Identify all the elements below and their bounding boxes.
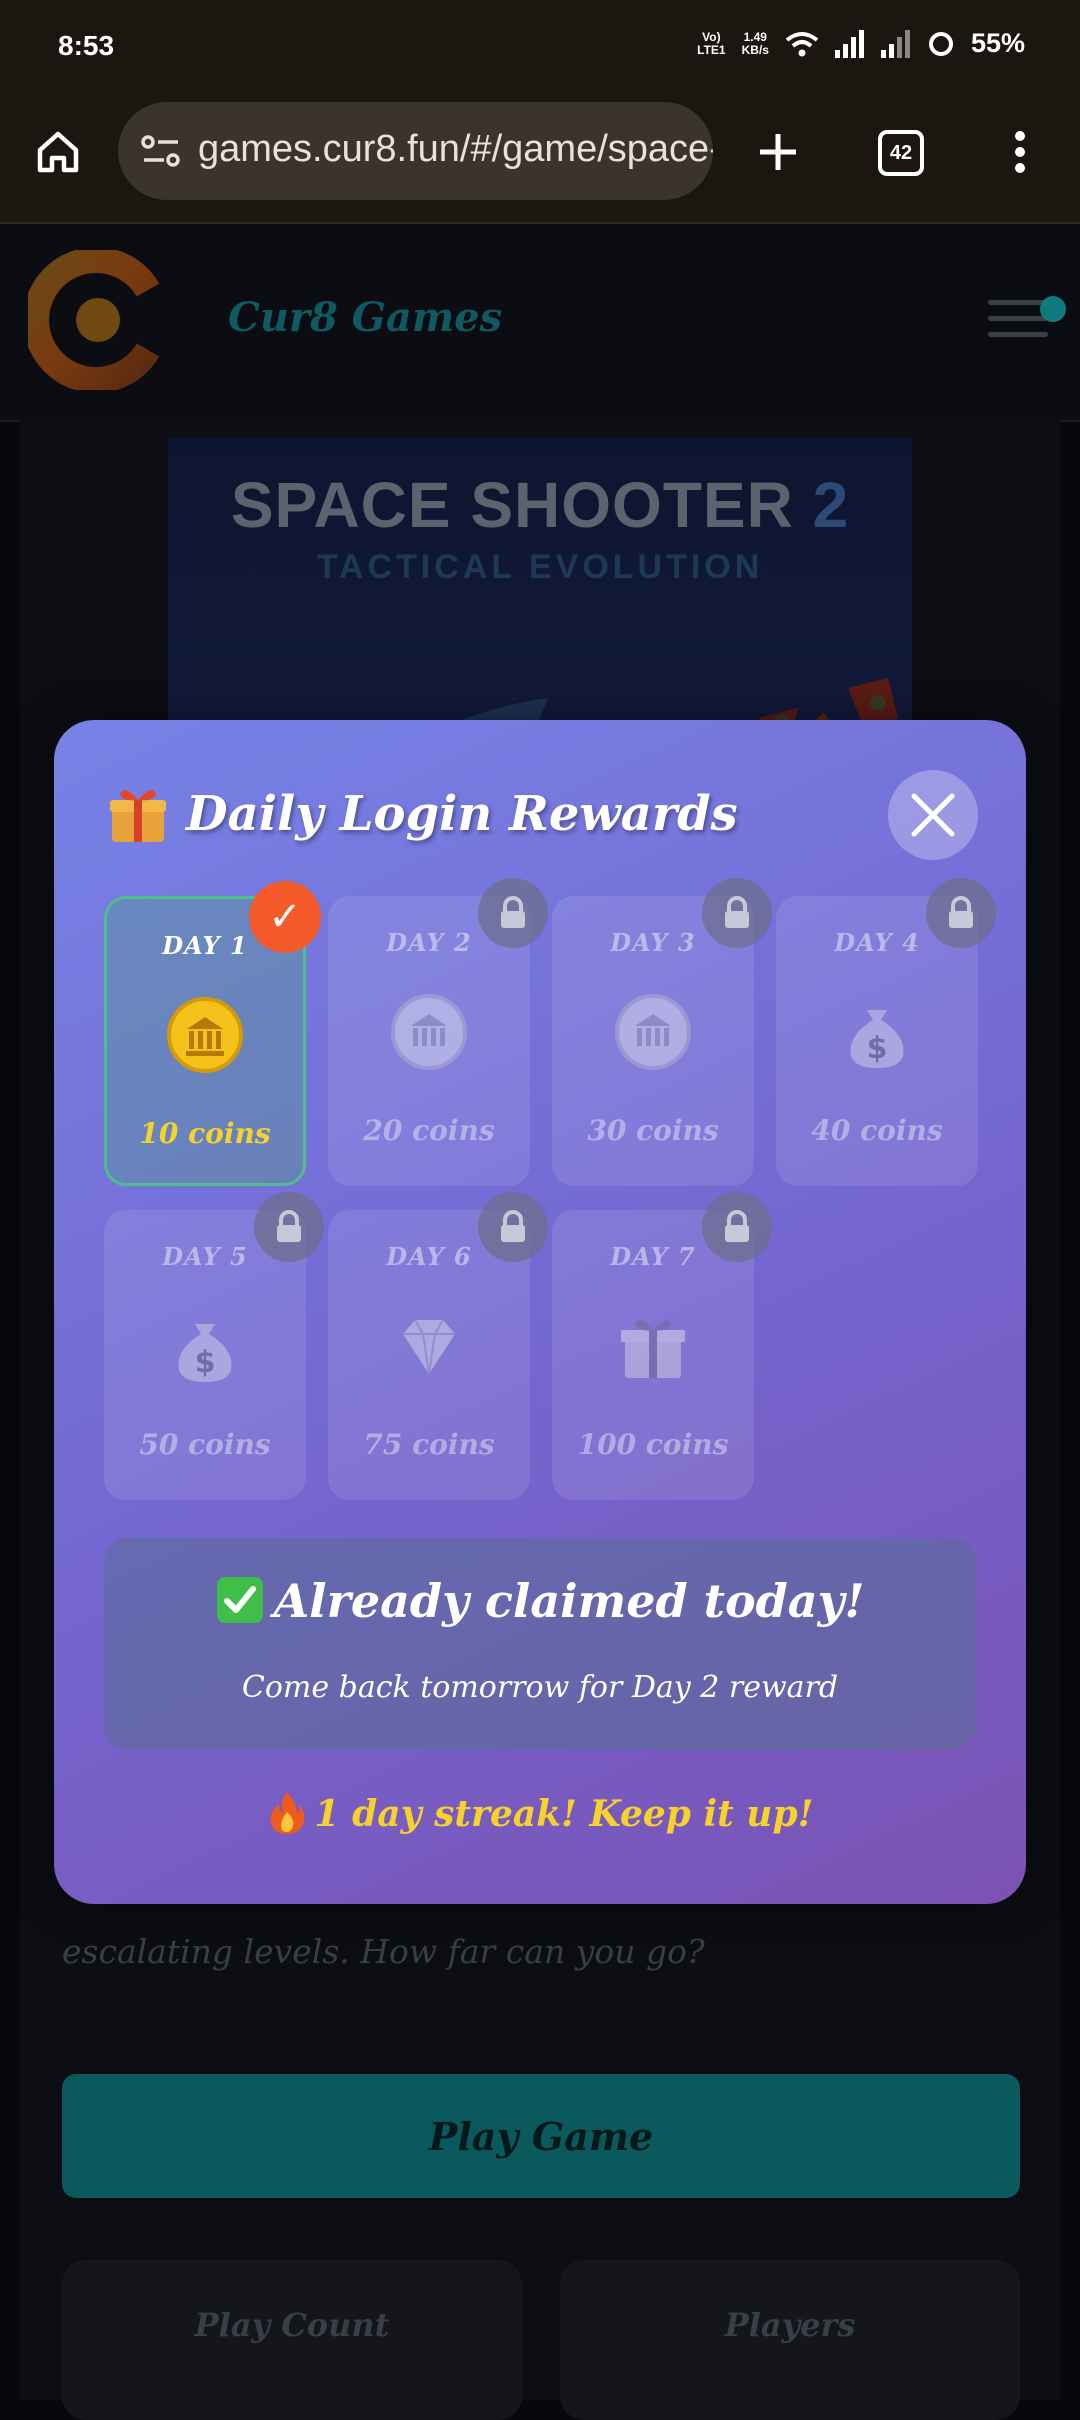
notification-dot	[1040, 296, 1066, 322]
close-icon	[911, 793, 955, 837]
close-button[interactable]	[888, 770, 978, 860]
day-card-1[interactable]: DAY 1 10 coins ✓	[104, 881, 321, 1186]
game-description: escalating levels. How far can you go?	[62, 1932, 705, 1971]
site-logo[interactable]	[28, 250, 168, 390]
home-icon[interactable]	[30, 124, 86, 180]
silver-coin-icon	[615, 994, 691, 1070]
day-card-7[interactable]: DAY 7 100 coins	[552, 1192, 772, 1500]
day-amount: 75 coins	[363, 1428, 495, 1461]
url-text: games.cur8.fun/#/game/space-shooter-2	[198, 128, 713, 170]
svg-text:$: $	[195, 1345, 216, 1380]
stat-label: Players	[724, 2306, 856, 2344]
new-tab-icon[interactable]	[750, 124, 806, 180]
day-card-6[interactable]: DAY 6 75 coins	[328, 1192, 548, 1500]
tab-switcher-button[interactable]: 42	[876, 128, 926, 178]
site-name[interactable]: Cur8 Games	[228, 294, 502, 341]
check-mark-icon	[217, 1577, 264, 1623]
lock-icon	[254, 1192, 324, 1262]
site-settings-icon[interactable]	[140, 130, 182, 172]
signal-icon	[834, 29, 864, 58]
gift-icon	[621, 1320, 685, 1378]
fire-icon	[270, 1792, 304, 1834]
browser-toolbar: games.cur8.fun/#/game/space-shooter-2 42	[0, 100, 1080, 224]
gift-icon	[110, 790, 166, 842]
lock-icon	[478, 878, 548, 948]
svg-text:$: $	[867, 1031, 888, 1066]
gold-coin-icon	[167, 997, 243, 1073]
day-amount: 50 coins	[139, 1428, 271, 1461]
day-card-3[interactable]: DAY 3 30 coins	[552, 878, 772, 1186]
battery-icon	[928, 31, 953, 56]
site-header: Cur8 Games	[0, 224, 1080, 422]
day-card-5[interactable]: DAY 5 $ 50 coins	[104, 1192, 324, 1500]
more-options-icon[interactable]	[1000, 124, 1040, 180]
claimed-message: Come back tomorrow for Day 2 reward	[241, 1670, 839, 1705]
day-amount: 40 coins	[811, 1114, 943, 1147]
hamburger-menu-icon[interactable]	[988, 300, 1048, 340]
lock-icon	[926, 878, 996, 948]
day-amount: 30 coins	[587, 1114, 719, 1147]
modal-header: Daily Login Rewards	[106, 782, 738, 846]
checkmark-icon: ✓	[249, 881, 321, 953]
volte-indicator: Vo) LTE1	[697, 29, 726, 57]
players-card: Players	[560, 2260, 1020, 2420]
banner-title: SPACE SHOOTER 2	[230, 469, 850, 541]
play-game-button[interactable]: Play Game	[62, 2074, 1020, 2198]
money-bag-icon: $	[178, 1324, 232, 1382]
day-card-2[interactable]: DAY 2 20 coins	[328, 878, 548, 1186]
stat-label: Play Count	[194, 2306, 390, 2344]
wifi-icon	[785, 31, 819, 56]
money-bag-icon: $	[850, 1010, 904, 1068]
battery-percent: 55%	[970, 28, 1025, 58]
daily-rewards-modal: Daily Login Rewards DAY 1 10 coins ✓ DAY…	[54, 720, 1026, 1904]
day-amount: 100 coins	[577, 1428, 729, 1461]
day-card-4[interactable]: DAY 4 $ 40 coins	[776, 878, 996, 1186]
lock-icon	[478, 1192, 548, 1262]
status-bar: 8:53 Vo) LTE1 1.49 KB/s 55%	[0, 0, 1080, 100]
status-icons: Vo) LTE1 1.49 KB/s 55%	[697, 28, 1025, 59]
banner-subtitle: TACTICAL EVOLUTION	[316, 548, 764, 586]
day-amount: 20 coins	[363, 1114, 495, 1147]
silver-coin-icon	[391, 994, 467, 1070]
status-time: 8:53	[58, 30, 115, 61]
data-speed: 1.49 KB/s	[741, 29, 769, 57]
tab-count: 42	[878, 130, 924, 176]
lock-icon	[702, 1192, 772, 1262]
modal-title: Daily Login Rewards	[186, 786, 738, 842]
diamond-icon	[403, 1319, 455, 1375]
play-count-card: Play Count	[62, 2260, 522, 2420]
claimed-title: Already claimed today!	[104, 1574, 976, 1628]
streak-message: 1 day streak! Keep it up!	[54, 1790, 1026, 1835]
signal-icon-2	[880, 29, 910, 58]
lock-icon	[702, 878, 772, 948]
claimed-status-box: Already claimed today! Come back tomorro…	[104, 1538, 976, 1750]
url-bar[interactable]: games.cur8.fun/#/game/space-shooter-2	[118, 102, 713, 200]
day-amount: 10 coins	[139, 1117, 271, 1150]
